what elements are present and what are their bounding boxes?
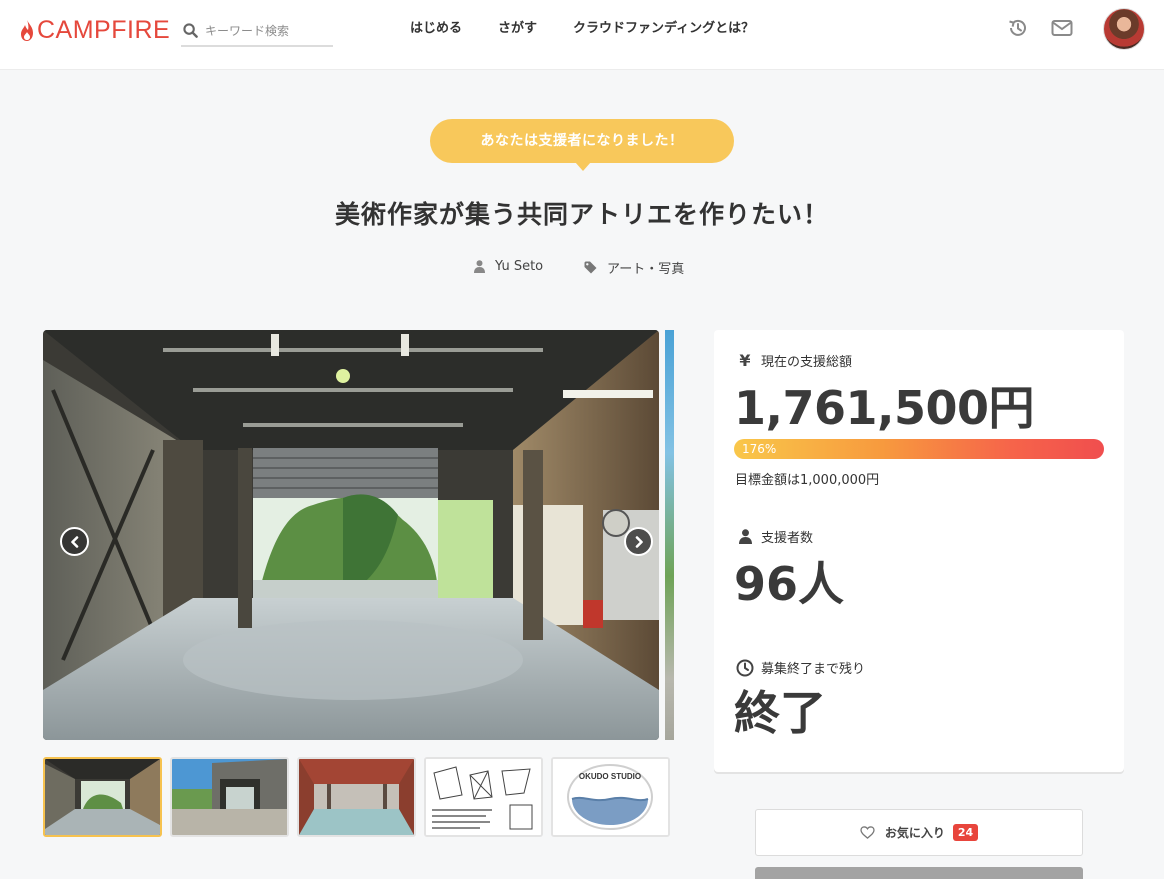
- next-image-peek: [665, 330, 674, 740]
- logo-text: CAMPFIRE: [37, 16, 171, 44]
- project-title: 美術作家が集う共同アトリエを作りたい！: [334, 200, 829, 229]
- tag-icon: [584, 261, 597, 274]
- user-avatar[interactable]: [1103, 8, 1145, 50]
- chevron-right-icon: [635, 535, 643, 548]
- thumb-garage-image: [45, 759, 160, 835]
- project-owner[interactable]: Yu Seto: [474, 259, 543, 274]
- gallery-prev-button[interactable]: [60, 527, 89, 556]
- owner-name-link[interactable]: Yu Seto: [495, 259, 543, 274]
- favorite-count-badge: 24: [952, 824, 979, 841]
- nav-start[interactable]: はじめる: [410, 20, 462, 38]
- remaining-label: 募集終了まで残り: [734, 658, 865, 677]
- gallery-next-button[interactable]: [624, 527, 653, 556]
- secondary-action-button[interactable]: [755, 867, 1083, 879]
- backer-badge: あなたは支援者になりました！: [430, 119, 734, 171]
- garage-interior-photo: [43, 330, 659, 740]
- goal-amount-text: 目標金額は1,000,000円: [735, 473, 880, 488]
- favorite-label: お気に入り: [884, 826, 945, 840]
- yen-icon: ¥: [739, 351, 751, 370]
- gallery-thumb-2[interactable]: [170, 757, 289, 837]
- gallery-thumb-4[interactable]: [424, 757, 543, 837]
- campfire-logo[interactable]: CAMPFIRE: [19, 16, 170, 44]
- chevron-left-icon: [70, 535, 78, 548]
- history-icon[interactable]: [1007, 17, 1029, 43]
- heart-icon: [860, 826, 875, 839]
- thumb-exterior-image: [172, 759, 287, 835]
- favorite-button[interactable]: お気に入り 24: [755, 809, 1083, 856]
- project-category[interactable]: アート・写真: [584, 258, 684, 277]
- funding-stats-card: ¥ 現在の支援総額 1,761,500円 176% 目標金額は1,000,000…: [714, 330, 1124, 772]
- total-amount-label: ¥ 現在の支援総額: [734, 351, 852, 370]
- user-icon: [474, 260, 485, 273]
- search-box[interactable]: [181, 16, 333, 47]
- thumb-logo-text: OKUDO STUDIO: [579, 772, 641, 781]
- clock-icon: [736, 659, 754, 676]
- backers-value: 96人: [734, 557, 845, 611]
- backers-label: 支援者数: [734, 527, 813, 546]
- category-link[interactable]: アート・写真: [607, 258, 684, 277]
- flame-icon: [21, 19, 33, 41]
- gallery-thumb-3[interactable]: [297, 757, 416, 837]
- thumb-red-hall-image: [299, 759, 414, 835]
- remaining-value: 終了: [734, 686, 826, 740]
- gallery-thumb-1[interactable]: [43, 757, 162, 837]
- total-amount-value: 1,761,500円: [734, 381, 1035, 435]
- thumb-floor-plan-image: [426, 759, 541, 835]
- thumb-okudo-logo-image: OKUDO STUDIO: [553, 759, 668, 835]
- search-input[interactable]: [205, 23, 325, 38]
- funding-progress-bar: 176%: [734, 439, 1104, 459]
- gallery-thumb-5[interactable]: OKUDO STUDIO: [551, 757, 670, 837]
- main-gallery-image[interactable]: [43, 330, 659, 740]
- search-icon: [183, 23, 198, 38]
- nav-about[interactable]: クラウドファンディングとは？: [573, 20, 754, 38]
- nav-find[interactable]: さがす: [498, 20, 537, 38]
- mail-icon[interactable]: [1051, 18, 1073, 42]
- progress-percent-text: 176%: [742, 442, 777, 456]
- user-icon: [738, 529, 752, 544]
- site-header: CAMPFIRE はじめる さがす クラウドファンディングとは？: [0, 0, 1164, 70]
